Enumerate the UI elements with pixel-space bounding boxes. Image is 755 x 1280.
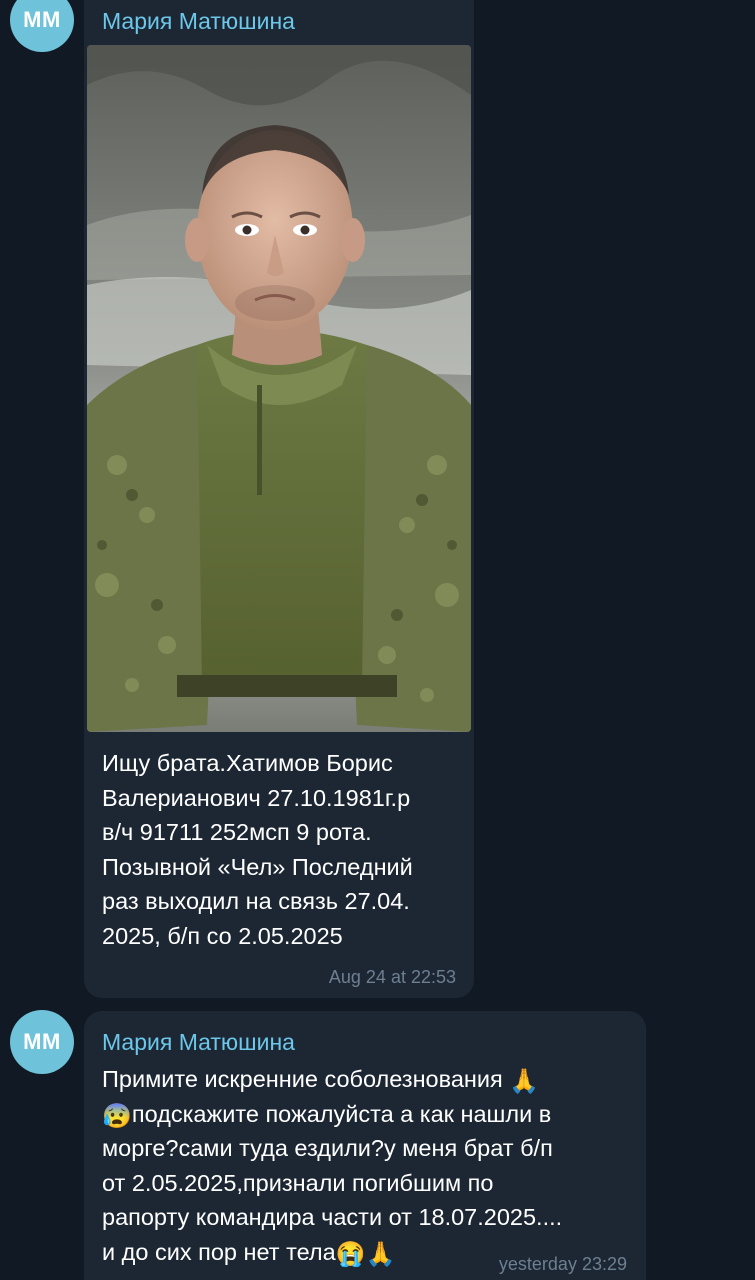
message-bubble-photo[interactable]: Мария Матюшина Ищу брата.Хатимов Борис В… (84, 0, 474, 998)
sender-name[interactable]: Мария Матюшина (102, 8, 295, 35)
message-timestamp: Aug 24 at 22:53 (328, 967, 456, 987)
avatar[interactable]: MM (10, 1010, 74, 1074)
text-segment: и до сих пор нет тела (102, 1238, 336, 1265)
avatar-initials: MM (23, 1029, 61, 1054)
text-line: в/ч 91711 252мсп 9 рота. (102, 819, 372, 845)
message-text: Ищу брата.Хатимов Борис Валерианович 27.… (102, 746, 462, 953)
text-line: Валерианович 27.10.1981г.р (102, 784, 411, 811)
soldier-photo-image (87, 45, 471, 732)
text-line: Ищу брата.Хатимов Борис (102, 750, 393, 776)
text-line: Примите искренние соболезнования 🙏 (102, 1062, 642, 1097)
pray-emoji-icon: 🙏 (365, 1240, 396, 1268)
fearful-emoji-icon: 😰 (102, 1102, 132, 1130)
text-line: 2025, б/п со 2.05.2025 (102, 922, 343, 949)
message-timestamp: yesterday 23:29 (498, 1254, 627, 1274)
text-line: морге?сами туда ездили?у меня брат б/п (102, 1135, 553, 1161)
text-segment: подскажите пожалуйста а как нашли в (131, 1100, 552, 1127)
chat-screen: MM Мария Матюшина Ищу брата.Хатимов Бори… (0, 0, 755, 1280)
text-line: Позывной «Чел» Последний (102, 853, 413, 880)
text-line: раз выходил на связь 27.04. (102, 888, 410, 914)
text-line: рапорту командира части от 18.07.2025...… (102, 1204, 563, 1230)
sender-name[interactable]: Мария Матюшина (102, 1029, 295, 1056)
message-photo[interactable] (87, 45, 471, 732)
avatar-initials: MM (23, 7, 61, 32)
message-bubble-text[interactable]: Мария Матюшина Примите искренние соболез… (84, 1011, 646, 1280)
pray-emoji-icon: 🙏 (509, 1068, 540, 1095)
message-text: Примите искренние соболезнования 🙏 😰подс… (102, 1062, 642, 1269)
text-line: от 2.05.2025,признали погибшим по (102, 1169, 494, 1196)
crying-emoji-icon: 😭 (335, 1240, 366, 1268)
text-segment: Примите искренние соболезнования (102, 1066, 503, 1092)
text-line: 😰подскажите пожалуйста а как нашли в (102, 1097, 642, 1132)
avatar[interactable]: MM (10, 0, 74, 52)
